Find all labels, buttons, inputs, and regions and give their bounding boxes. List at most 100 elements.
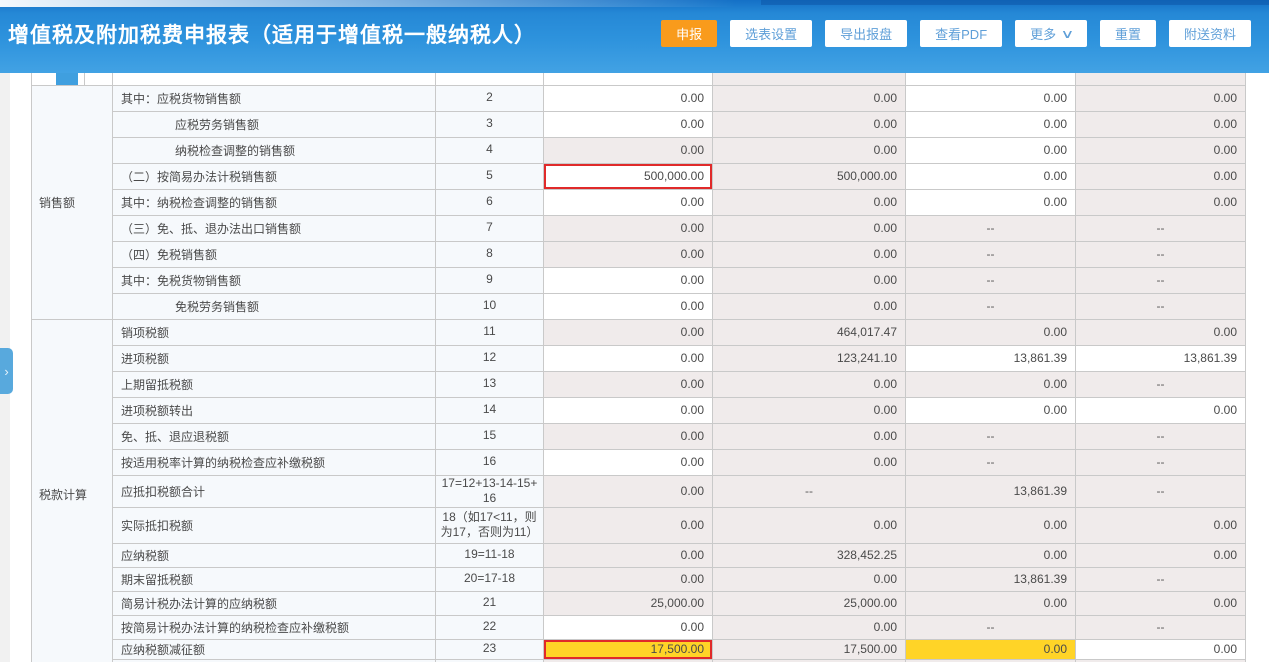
row-label: （二）按简易办法计税销售额 (113, 163, 436, 189)
table-row: 纳税检查调整的销售额40.000.000.000.00 (32, 137, 1246, 163)
value-cell[interactable]: 13,861.39 (1076, 345, 1246, 371)
value-cell: 0.00 (544, 319, 713, 345)
view-pdf-button[interactable]: 查看PDF (920, 20, 1002, 47)
value-cell: 0.00 (906, 319, 1076, 345)
row-label: 按简易计税办法计算的纳税检查应补缴税额 (113, 615, 436, 639)
value-cell[interactable]: 0.00 (906, 397, 1076, 423)
value-cell[interactable]: 0.00 (544, 267, 713, 293)
value-cell[interactable]: 0.00 (544, 111, 713, 137)
table-row: （三）免、抵、退办法出口销售额70.000.00---- (32, 215, 1246, 241)
value-cell: 464,017.47 (713, 319, 906, 345)
value-cell: -- (1076, 423, 1246, 449)
sidebar-expand-tab[interactable]: › (0, 348, 13, 394)
table-row: 其中：免税货物销售额90.000.00---- (32, 267, 1246, 293)
table-row: 应税劳务销售额30.000.000.000.00 (32, 111, 1246, 137)
form-settings-button[interactable]: 选表设置 (730, 20, 812, 47)
value-cell[interactable]: 0.00 (544, 189, 713, 215)
row-number: 3 (436, 111, 544, 137)
value-cell: 0.00 (1076, 111, 1246, 137)
row-number: 2 (436, 85, 544, 111)
chevron-right-icon: › (4, 364, 8, 379)
row-number: 22 (436, 615, 544, 639)
value-cell: 0.00 (544, 475, 713, 507)
row-label: 按适用税率计算的纳税检查应补缴税额 (113, 449, 436, 475)
value-cell: 17,500.00 (713, 639, 906, 659)
value-cell: -- (1076, 267, 1246, 293)
page-title: 增值税及附加税费申报表（适用于增值税一般纳税人） (8, 19, 536, 49)
value-cell[interactable]: 0.00 (544, 615, 713, 639)
value-cell[interactable]: 0.00 (906, 163, 1076, 189)
value-cell: -- (906, 615, 1076, 639)
row-label: 应抵扣税额合计 (113, 475, 436, 507)
value-cell[interactable]: 0.00 (1076, 639, 1246, 659)
value-cell: -- (1076, 567, 1246, 591)
value-cell[interactable]: 0.00 (906, 639, 1076, 659)
value-cell[interactable]: 500,000.00 (544, 163, 713, 189)
row-label: 纳税检查调整的销售额 (113, 137, 436, 163)
table-row: 应抵扣税额合计17=12+13-14-15+160.00--13,861.39-… (32, 475, 1246, 507)
row-number: 8 (436, 241, 544, 267)
value-cell: -- (1076, 449, 1246, 475)
attachments-button[interactable]: 附送资料 (1169, 20, 1251, 47)
value-cell: 0.00 (544, 241, 713, 267)
value-cell: -- (1076, 293, 1246, 319)
value-cell: 0.00 (544, 371, 713, 397)
row-label: 应纳税额减征额 (113, 639, 436, 659)
declare-button[interactable]: 申报 (661, 20, 717, 47)
chevron-down-icon: ∨ (1061, 27, 1075, 41)
export-disk-button[interactable]: 导出报盘 (825, 20, 907, 47)
value-cell[interactable]: 17,500.00 (544, 639, 713, 659)
value-cell: 25,000.00 (713, 591, 906, 615)
value-cell: 0.00 (544, 137, 713, 163)
value-cell: 25,000.00 (544, 591, 713, 615)
value-cell: 0.00 (1076, 543, 1246, 567)
reset-button[interactable]: 重置 (1100, 20, 1156, 47)
row-label: 实际抵扣税额 (113, 507, 436, 543)
value-cell: 0.00 (1076, 319, 1246, 345)
value-cell[interactable]: 0.00 (906, 85, 1076, 111)
value-cell: 0.00 (713, 423, 906, 449)
value-cell[interactable]: 0.00 (544, 85, 713, 111)
row-number: 7 (436, 215, 544, 241)
value-cell: 0.00 (713, 137, 906, 163)
value-cell: -- (906, 423, 1076, 449)
value-cell: -- (1076, 371, 1246, 397)
value-cell[interactable]: 0.00 (906, 189, 1076, 215)
row-number: 4 (436, 137, 544, 163)
value-cell: 0.00 (1076, 591, 1246, 615)
value-cell[interactable]: 0.00 (906, 111, 1076, 137)
value-cell[interactable]: 0.00 (1076, 397, 1246, 423)
row-label: 免、抵、退应退税额 (113, 423, 436, 449)
row-number: 21 (436, 591, 544, 615)
value-cell[interactable]: 0.00 (544, 293, 713, 319)
row-number: 14 (436, 397, 544, 423)
row-label: 应税劳务销售额 (113, 111, 436, 137)
row-number: 11 (436, 319, 544, 345)
table-row: 应纳税额减征额2317,500.0017,500.000.000.00 (32, 639, 1246, 659)
value-cell: 123,241.10 (713, 345, 906, 371)
row-number: 20=17-18 (436, 567, 544, 591)
value-cell: 13,861.39 (906, 567, 1076, 591)
value-cell: 0.00 (713, 567, 906, 591)
table-row: 其中：纳税检查调整的销售额60.000.000.000.00 (32, 189, 1246, 215)
value-cell: -- (906, 267, 1076, 293)
value-cell[interactable]: 13,861.39 (906, 345, 1076, 371)
row-number: 17=12+13-14-15+16 (436, 475, 544, 507)
value-cell[interactable]: 0.00 (544, 397, 713, 423)
value-cell: 328,452.25 (713, 543, 906, 567)
row-number: 18（如17<11，则为17，否则为11） (436, 507, 544, 543)
vat-declaration-page: 增值税及附加税费申报表（适用于增值税一般纳税人） 申报 选表设置 导出报盘 查看… (0, 0, 1269, 662)
value-cell: 0.00 (713, 85, 906, 111)
value-cell[interactable]: 0.00 (906, 137, 1076, 163)
table-row: 期末留抵税额20=17-180.000.0013,861.39-- (32, 567, 1246, 591)
value-cell[interactable]: 0.00 (544, 345, 713, 371)
value-cell: -- (1076, 215, 1246, 241)
value-cell[interactable]: 0.00 (544, 449, 713, 475)
row-label: 其中：应税货物销售额 (113, 85, 436, 111)
value-cell: 0.00 (713, 449, 906, 475)
more-button[interactable]: 更多 ∨ (1015, 20, 1087, 47)
table-row: 实际抵扣税额18（如17<11，则为17，否则为11）0.000.000.000… (32, 507, 1246, 543)
value-cell: 0.00 (544, 567, 713, 591)
value-cell: -- (1076, 241, 1246, 267)
value-cell: 500,000.00 (713, 163, 906, 189)
